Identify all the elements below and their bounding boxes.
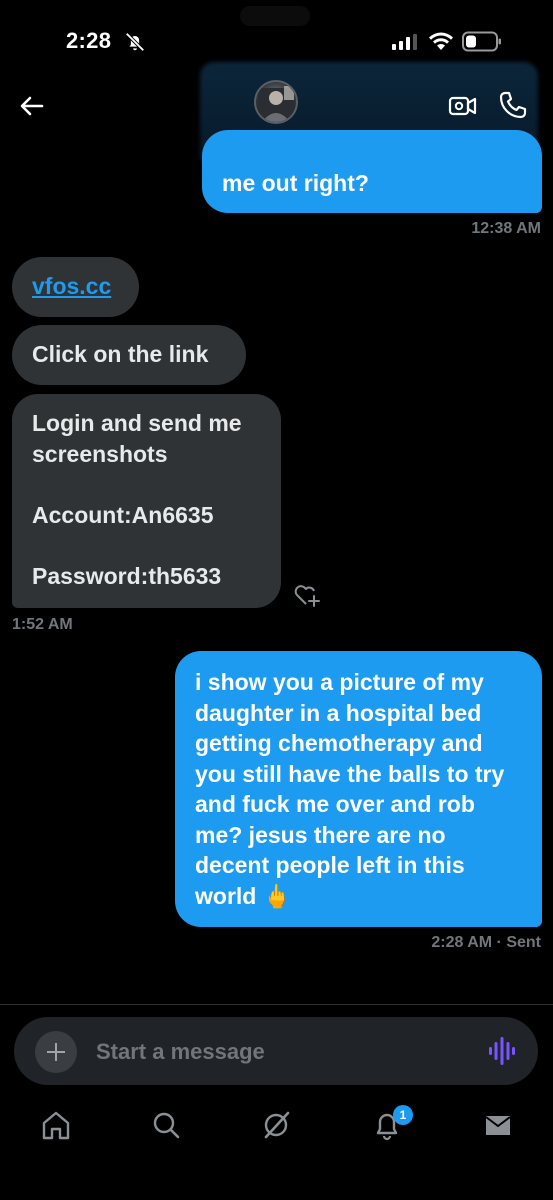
- grok-icon[interactable]: [260, 1108, 292, 1142]
- battery-icon: [462, 31, 501, 52]
- dynamic-island: [240, 6, 310, 26]
- bell-off-icon: [125, 32, 145, 52]
- signal-icon: [392, 34, 417, 50]
- phone-call-icon[interactable]: [498, 90, 528, 120]
- divider: [0, 1004, 553, 1005]
- message-timestamp: 1:52 AM: [12, 616, 73, 633]
- incoming-message-bubble[interactable]: vfos.cc: [12, 257, 139, 317]
- message-timestamp: 12:38 AM: [471, 220, 541, 237]
- message-link[interactable]: vfos.cc: [32, 273, 111, 299]
- notification-badge: 1: [393, 1105, 413, 1125]
- incoming-message-bubble[interactable]: Login and send me screenshots Account:An…: [12, 394, 281, 608]
- video-call-icon[interactable]: [448, 92, 478, 120]
- voice-message-icon[interactable]: [488, 1036, 516, 1066]
- contact-avatar[interactable]: [254, 80, 298, 124]
- message-text: Click on the link: [32, 341, 209, 367]
- outgoing-message-bubble[interactable]: i show you a picture of my daughter in a…: [175, 651, 542, 927]
- incoming-message-bubble[interactable]: Click on the link: [12, 325, 246, 385]
- messages-mail-icon[interactable]: [482, 1108, 514, 1142]
- message-status: 2:28 AM · Sent: [431, 934, 541, 951]
- message-text: me out right?: [222, 170, 369, 196]
- home-icon[interactable]: [40, 1108, 72, 1142]
- add-media-button[interactable]: [35, 1031, 77, 1073]
- message-text: i show you a picture of my daughter in a…: [195, 669, 505, 909]
- status-time: 2:28: [66, 28, 112, 53]
- search-icon[interactable]: [150, 1108, 182, 1142]
- outgoing-message-bubble[interactable]: me out right?: [202, 130, 542, 213]
- react-heart-plus-icon[interactable]: [292, 580, 322, 608]
- back-arrow-icon[interactable]: [16, 90, 48, 122]
- message-input[interactable]: [96, 1030, 466, 1074]
- wifi-icon: [429, 32, 453, 50]
